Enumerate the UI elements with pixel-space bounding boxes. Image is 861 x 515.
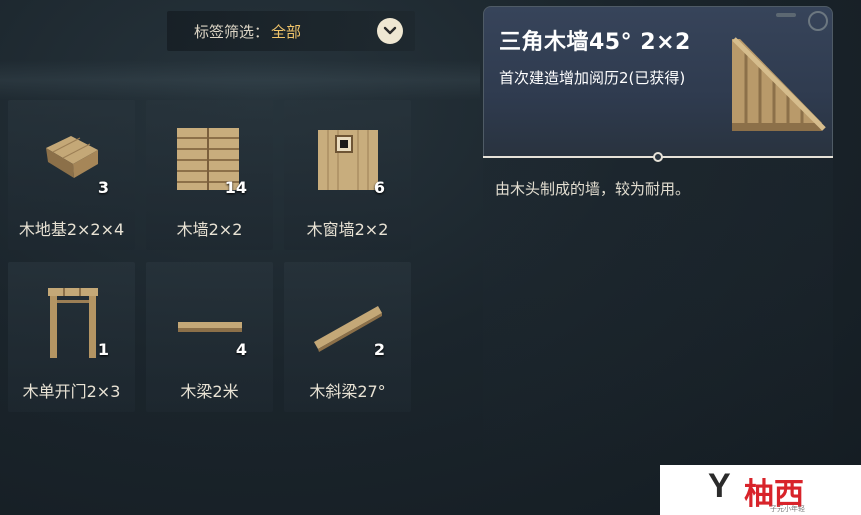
- watermark-letter: Y: [708, 467, 731, 505]
- item-name: 木墙2×2: [176, 220, 243, 239]
- watermark-logo: Y 柚西 子元小年轻: [660, 465, 861, 515]
- item-count: 14: [224, 178, 247, 197]
- background-streak: [0, 60, 480, 100]
- item-card-wood-wall[interactable]: 14 木墙2×2: [146, 100, 273, 250]
- detail-title: 三角木墙45° 2×2: [499, 30, 691, 55]
- wood-door-icon: [8, 270, 135, 360]
- detail-subtitle: 首次建造增加阅历2(已获得): [499, 69, 686, 87]
- item-card-wood-beam[interactable]: 4 木梁2米: [146, 262, 273, 412]
- detail-header: 三角木墙45° 2×2 首次建造增加阅历2(已获得): [483, 6, 833, 156]
- divider-ornament: [653, 152, 663, 162]
- wood-beam-icon: [146, 270, 273, 360]
- item-card-wood-foundation[interactable]: 3 木地基2×2×4: [8, 100, 135, 250]
- panel-decoration: [776, 13, 796, 17]
- item-count: 2: [373, 340, 385, 359]
- item-count: 3: [97, 178, 109, 197]
- panel-corner-icon: [808, 11, 828, 31]
- detail-body: [483, 158, 833, 466]
- wood-wall-icon: [146, 108, 273, 198]
- item-name: 木斜梁27°: [309, 382, 386, 401]
- item-name: 木梁2米: [180, 382, 239, 401]
- item-name: 木地基2×2×4: [18, 220, 125, 239]
- detail-panel: 三角木墙45° 2×2 首次建造增加阅历2(已获得) 由木头制成的墙，较为耐用。: [483, 6, 833, 466]
- wood-window-wall-icon: [284, 108, 411, 198]
- item-count: 4: [235, 340, 247, 359]
- watermark-subtext: 子元小年轻: [770, 505, 805, 513]
- wood-foundation-icon: [8, 108, 135, 198]
- filter-value: 全部: [271, 22, 302, 41]
- item-name: 木窗墙2×2: [306, 220, 389, 239]
- item-count: 6: [373, 178, 385, 197]
- item-card-wood-slanted-beam[interactable]: 2 木斜梁27°: [284, 262, 411, 412]
- item-card-wood-door[interactable]: 1 木单开门2×3: [8, 262, 135, 412]
- item-count: 1: [97, 340, 109, 359]
- item-card-wood-window-wall[interactable]: 6 木窗墙2×2: [284, 100, 411, 250]
- wood-slanted-beam-icon: [284, 270, 411, 360]
- filter-label: 标签筛选：: [194, 22, 270, 41]
- tag-filter[interactable]: 标签筛选： 全部: [167, 11, 415, 51]
- detail-description: 由木头制成的墙，较为耐用。: [495, 180, 691, 198]
- item-name: 木单开门2×3: [22, 382, 121, 401]
- chevron-down-icon[interactable]: [377, 18, 403, 44]
- triangle-wood-wall-icon: [720, 31, 828, 139]
